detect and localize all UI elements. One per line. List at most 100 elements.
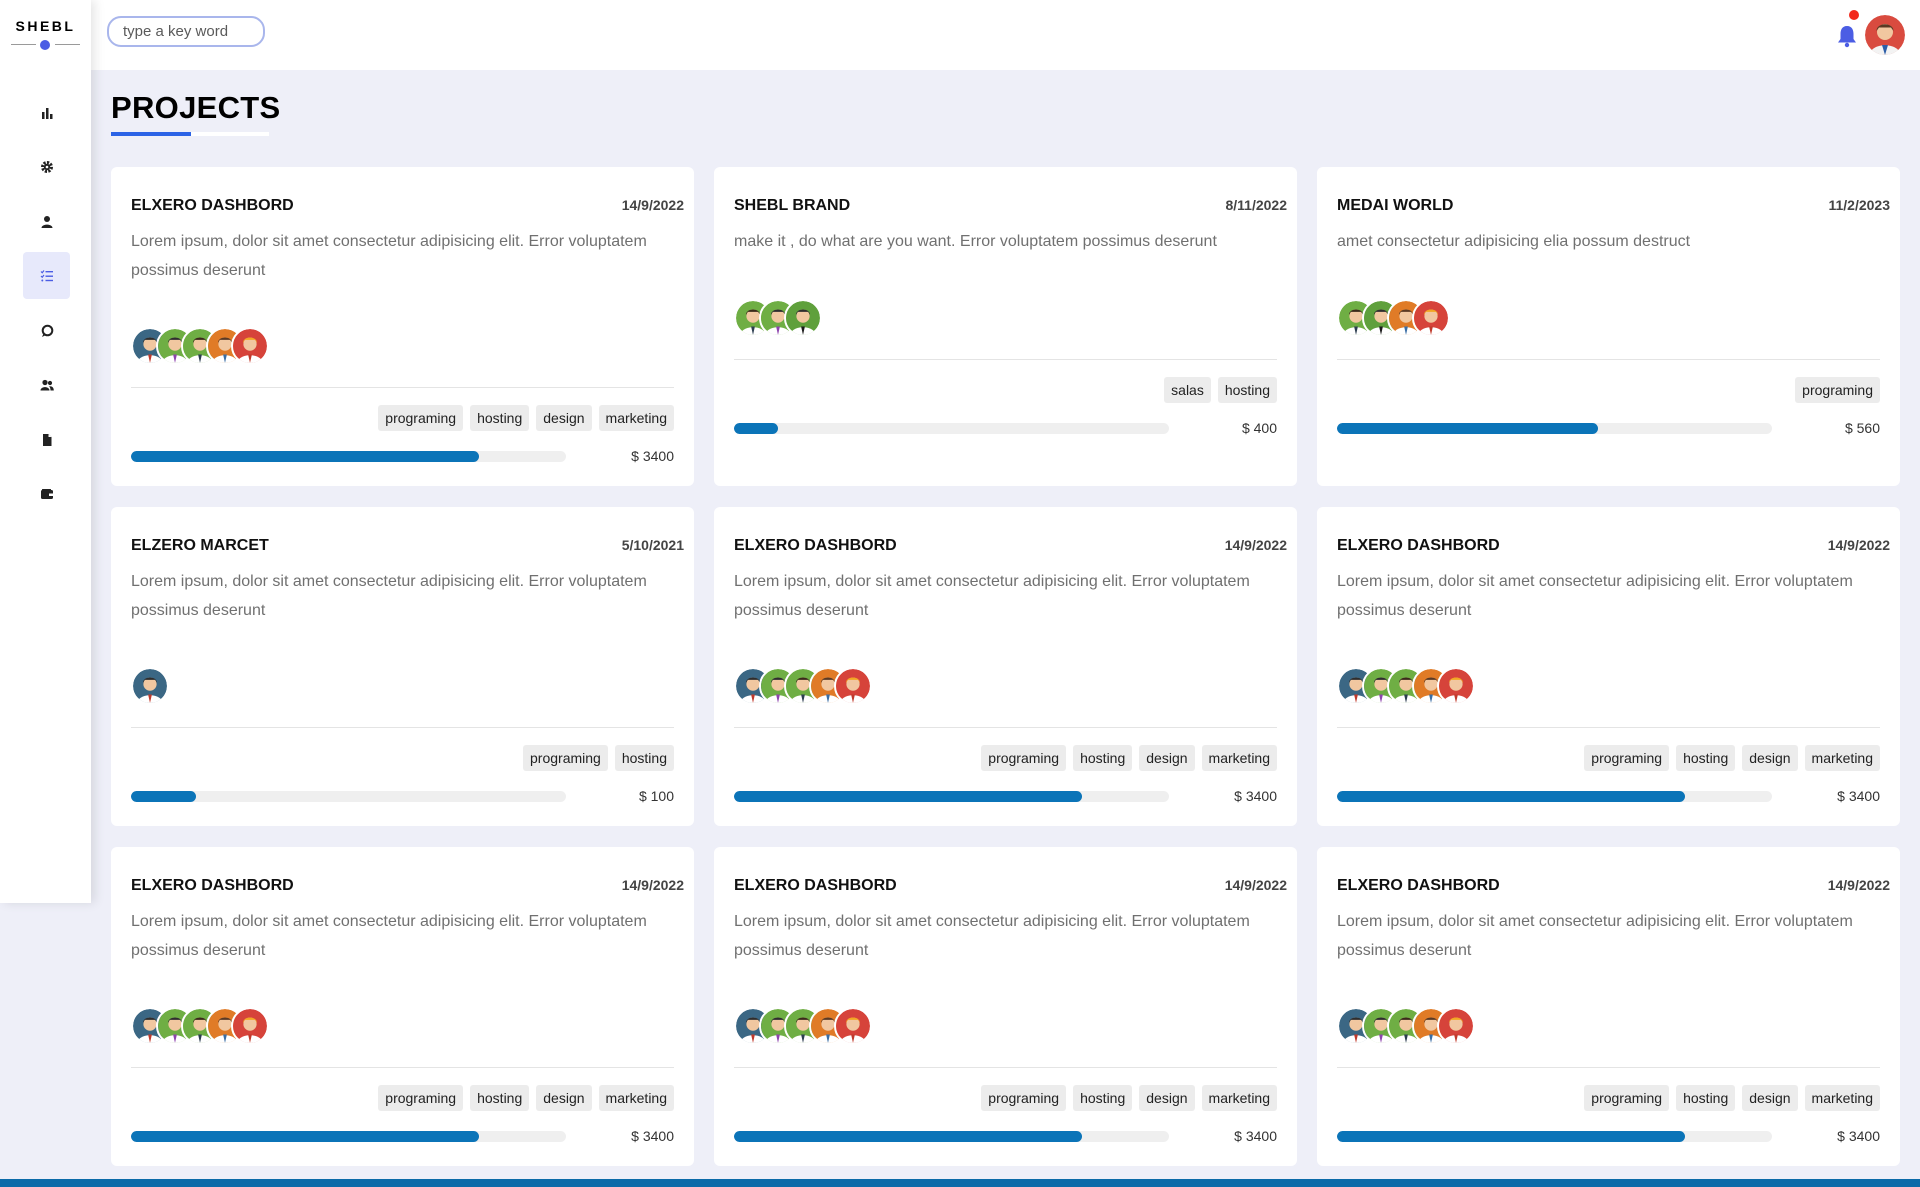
user-icon <box>41 215 52 228</box>
project-card[interactable]: ELXERO DASHBORD 14/9/2022 Lorem ipsum, dol… <box>714 847 1297 1166</box>
project-tags: programing hosting design marketing <box>981 1085 1277 1111</box>
progress-bar <box>131 451 566 462</box>
team-member-avatar[interactable] <box>784 299 822 337</box>
search-input[interactable] <box>107 16 265 47</box>
project-description: Lorem ipsum, dolor sit amet consectetur … <box>1337 573 1853 619</box>
project-tag[interactable]: marketing <box>1201 745 1277 771</box>
project-card[interactable]: ELXERO DASHBORD 14/9/2022 Lorem ipsum, dol… <box>111 847 694 1166</box>
card-divider <box>1337 359 1880 360</box>
team-member-avatar[interactable] <box>834 1007 872 1045</box>
project-date: 14/9/2022 <box>1224 537 1287 553</box>
card-divider <box>131 1067 674 1068</box>
list-check-icon <box>40 269 53 281</box>
project-tag[interactable]: hosting <box>1217 377 1277 403</box>
project-name[interactable]: ELXERO DASHBORD <box>1337 877 1500 895</box>
bell-icon[interactable] <box>1836 24 1858 48</box>
project-name[interactable]: SHEBL BRAND <box>734 197 850 215</box>
sidebar-item-settings[interactable] <box>23 143 70 190</box>
project-tag[interactable]: programing <box>981 1085 1067 1111</box>
project-tag[interactable]: marketing <box>1804 1085 1880 1111</box>
project-tag[interactable]: programing <box>378 405 464 431</box>
sidebar-item-projects[interactable] <box>23 252 70 299</box>
project-tag[interactable]: design <box>536 1085 592 1111</box>
project-card[interactable]: ELXERO DASHBORD 14/9/2022 Lorem ipsum, dol… <box>714 507 1297 826</box>
sidebar-item-friends[interactable] <box>23 361 70 408</box>
progress-bar <box>1337 423 1772 434</box>
project-name[interactable]: ELXERO DASHBORD <box>734 877 897 895</box>
sidebar-item-files[interactable] <box>23 416 70 463</box>
project-tag[interactable]: hosting <box>470 1085 530 1111</box>
project-tag[interactable]: hosting <box>614 745 674 771</box>
team-member-avatar[interactable] <box>131 667 169 705</box>
project-price: $ 3400 <box>631 448 674 464</box>
project-tag[interactable]: hosting <box>1073 745 1133 771</box>
top-header <box>91 0 1920 70</box>
project-name[interactable]: ELZERO MARCET <box>131 537 269 555</box>
project-card[interactable]: ELXERO DASHBORD 14/9/2022 Lorem ipsum, dol… <box>111 167 694 486</box>
project-tag[interactable]: design <box>1742 745 1798 771</box>
project-tag[interactable]: hosting <box>1676 1085 1736 1111</box>
project-tag[interactable]: hosting <box>1073 1085 1133 1111</box>
team-member-avatar[interactable] <box>834 667 872 705</box>
project-name[interactable]: ELXERO DASHBORD <box>131 197 294 215</box>
sidebar-item-plans[interactable] <box>23 470 70 517</box>
progress-fill <box>734 791 1082 802</box>
project-tag[interactable]: design <box>1139 1085 1195 1111</box>
card-divider <box>1337 1067 1880 1068</box>
team-member-avatar[interactable] <box>231 1007 269 1045</box>
notification-dot <box>1849 10 1859 20</box>
project-tag[interactable]: marketing <box>598 1085 674 1111</box>
project-tag[interactable]: hosting <box>1676 745 1736 771</box>
project-tag[interactable]: programing <box>523 745 608 771</box>
project-tag[interactable]: programing <box>378 1085 464 1111</box>
project-description: make it , do what are you want. Error vo… <box>734 233 1217 250</box>
sidebar: SHEBL <box>0 0 91 903</box>
project-name[interactable]: ELXERO DASHBORD <box>734 537 897 555</box>
project-name[interactable]: MEDAI WORLD <box>1337 197 1453 215</box>
project-tag[interactable]: design <box>1139 745 1195 771</box>
project-card[interactable]: ELXERO DASHBORD 14/9/2022 Lorem ipsum, dol… <box>1317 847 1900 1166</box>
project-price: $ 400 <box>1241 420 1277 436</box>
sidebar-item-courses[interactable] <box>23 307 70 354</box>
sidebar-item-profile[interactable] <box>23 198 70 245</box>
project-tag[interactable]: programing <box>981 745 1067 771</box>
project-date: 14/9/2022 <box>1827 877 1890 893</box>
sidebar-item-dashboard[interactable] <box>23 89 70 136</box>
project-tags: programing hosting design marketing <box>378 1085 674 1111</box>
progress-bar <box>131 1131 566 1142</box>
progress-fill <box>131 451 479 462</box>
progress-bar <box>1337 1131 1772 1142</box>
project-name[interactable]: ELXERO DASHBORD <box>131 877 294 895</box>
project-date: 14/9/2022 <box>621 877 684 893</box>
project-tag[interactable]: design <box>536 405 592 431</box>
project-tag[interactable]: marketing <box>598 405 674 431</box>
card-divider <box>734 727 1277 728</box>
brand-logo[interactable]: SHEBL <box>0 18 91 34</box>
project-tag[interactable]: programing <box>1584 745 1670 771</box>
team-member-avatar[interactable] <box>231 327 269 365</box>
project-tags: programing hosting <box>523 745 674 771</box>
project-card[interactable]: ELXERO DASHBORD 14/9/2022 Lorem ipsum, dol… <box>1317 507 1900 826</box>
project-name[interactable]: ELXERO DASHBORD <box>1337 537 1500 555</box>
project-card[interactable]: ELZERO MARCET 5/10/2021 Lorem ipsum, dolor… <box>111 507 694 826</box>
project-tag[interactable]: design <box>1742 1085 1798 1111</box>
project-tag[interactable]: salas <box>1164 377 1211 403</box>
team-avatars <box>1337 1007 1475 1045</box>
title-underline-accent <box>111 132 191 136</box>
project-card[interactable]: MEDAI WORLD 11/2/2023 amet consectetur adi… <box>1317 167 1900 486</box>
project-tag[interactable]: marketing <box>1201 1085 1277 1111</box>
project-date: 5/10/2021 <box>621 537 684 553</box>
profile-avatar[interactable] <box>1865 15 1905 55</box>
progress-fill <box>1337 791 1685 802</box>
project-card[interactable]: SHEBL BRAND 8/11/2022 make it , do what ar… <box>714 167 1297 486</box>
project-tag[interactable]: hosting <box>470 405 530 431</box>
project-tag[interactable]: programing <box>1795 377 1880 403</box>
team-member-avatar[interactable] <box>1437 667 1475 705</box>
chat-bubble-icon <box>41 324 53 337</box>
project-tag[interactable]: programing <box>1584 1085 1670 1111</box>
project-price: $ 3400 <box>1837 1128 1880 1144</box>
project-tag[interactable]: marketing <box>1804 745 1880 771</box>
team-member-avatar[interactable] <box>1437 1007 1475 1045</box>
team-avatars <box>734 667 872 705</box>
team-member-avatar[interactable] <box>1412 299 1450 337</box>
